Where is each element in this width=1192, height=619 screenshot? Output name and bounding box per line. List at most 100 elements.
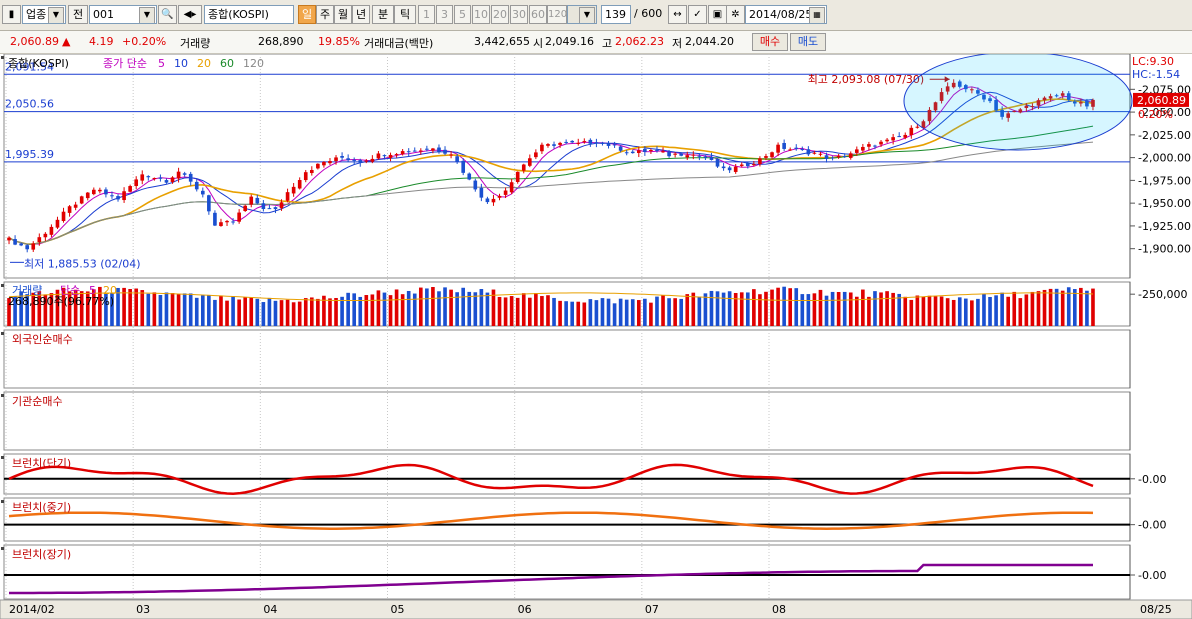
volume-bar xyxy=(800,294,805,326)
date-input[interactable]: 2014/08/25 ▦ xyxy=(745,5,827,24)
volume-bar xyxy=(794,288,799,326)
volume-bar xyxy=(406,290,411,326)
minute-30-button[interactable]: 30 xyxy=(510,5,528,24)
candle xyxy=(685,155,690,158)
candle xyxy=(776,144,780,153)
tab-period-month[interactable]: 월 xyxy=(334,5,352,24)
candle xyxy=(624,152,629,154)
minute-select[interactable]: ▼ xyxy=(567,5,597,24)
count-input[interactable]: 139 xyxy=(601,5,631,24)
code-input[interactable]: 001 ▼ xyxy=(89,5,157,24)
volume-bar xyxy=(667,298,671,326)
candle xyxy=(697,155,702,157)
volume-bar xyxy=(358,296,363,326)
candle xyxy=(897,136,902,138)
tab-period-year[interactable]: 년 xyxy=(352,5,370,24)
minute-60-button[interactable]: 60 xyxy=(529,5,547,24)
pane-handle xyxy=(1,284,4,287)
volume-bar xyxy=(649,302,653,326)
volume-bar xyxy=(709,290,714,326)
candle xyxy=(19,243,23,246)
tab-period-day[interactable]: 일 xyxy=(298,5,316,24)
x-tick-label: 05 xyxy=(391,603,405,616)
volume-bar xyxy=(994,295,998,326)
volume-bar xyxy=(237,299,241,326)
candle xyxy=(842,155,847,157)
pane-handle xyxy=(1,500,4,503)
candle xyxy=(443,149,447,154)
volume-bar xyxy=(770,289,774,326)
candle xyxy=(873,145,877,147)
market-select[interactable]: 업종 ▼ xyxy=(22,5,66,24)
speaker-icon[interactable]: ◀▸ xyxy=(178,5,202,24)
sell-button[interactable]: 매도 xyxy=(790,33,826,51)
calendar-icon[interactable]: ▦ xyxy=(809,7,825,23)
candle xyxy=(552,144,556,146)
save-icon[interactable]: ▣ xyxy=(708,5,727,24)
candle xyxy=(679,153,684,156)
candle xyxy=(73,204,78,208)
volume-bar xyxy=(243,297,248,326)
candle xyxy=(400,151,405,155)
volume-bar xyxy=(316,298,320,326)
search-icon[interactable]: 🔍 xyxy=(158,5,177,24)
candle xyxy=(243,205,248,211)
volume-bar xyxy=(1012,291,1017,326)
zoom-icon[interactable]: ↔ xyxy=(668,5,687,24)
y-tick-label: -1,975.00 xyxy=(1138,174,1191,187)
volume-bar xyxy=(176,294,181,326)
minute-10-button[interactable]: 10 xyxy=(472,5,490,24)
tab-period-tick[interactable]: 틱 xyxy=(394,5,416,24)
minute-20-button[interactable]: 20 xyxy=(491,5,509,24)
candle xyxy=(521,164,526,171)
candle xyxy=(200,190,205,195)
volume-bar xyxy=(909,299,914,326)
volume-bar xyxy=(582,302,587,326)
low-label: 저 xyxy=(672,37,683,50)
candle xyxy=(534,152,538,158)
minute-1-button[interactable]: 1 xyxy=(418,5,435,24)
volume-bar xyxy=(927,295,932,326)
indicator-icon[interactable]: ✓ xyxy=(688,5,707,24)
ma-legend-period: 60 xyxy=(220,57,234,70)
volume-bar xyxy=(225,300,229,326)
chart-area[interactable]: 2014/02 03 04 05 06 07 08 08/252,091.542,050.56… xyxy=(0,54,1192,619)
candle xyxy=(739,164,744,166)
candle xyxy=(279,202,284,209)
candle xyxy=(110,195,114,197)
volume-bar xyxy=(231,296,235,326)
volume-bar xyxy=(939,296,944,326)
volume-bar xyxy=(1060,290,1065,326)
tab-period-week[interactable]: 주 xyxy=(316,5,334,24)
volume-bar xyxy=(437,291,441,326)
volume-bar xyxy=(213,299,217,326)
volume-bar xyxy=(982,293,986,326)
volume-bar xyxy=(1048,288,1053,326)
volume-bar xyxy=(503,297,508,326)
chart-type-icon[interactable]: ▮ xyxy=(2,5,21,24)
candle xyxy=(915,126,920,128)
chevron-down-icon[interactable]: ▼ xyxy=(48,7,64,23)
prefix-button[interactable]: 전 xyxy=(68,5,88,24)
minute-120-button[interactable]: 120 xyxy=(547,5,567,24)
chevron-down-icon[interactable]: ▼ xyxy=(579,7,595,23)
candle xyxy=(358,160,363,163)
buy-button[interactable]: 매수 xyxy=(752,33,788,51)
candle xyxy=(636,150,641,153)
chevron-down-icon[interactable]: ▼ xyxy=(139,7,155,23)
minute-5-button[interactable]: 5 xyxy=(454,5,471,24)
candle xyxy=(267,208,272,210)
quote-change: 4.19 xyxy=(89,35,114,48)
candle xyxy=(758,158,762,165)
volume-bar xyxy=(1036,291,1041,326)
quote-bar: 2,060.89 ▲ 4.19 +0.20% 거래량 268,890 19.85… xyxy=(0,31,1192,54)
pane-handle xyxy=(1,456,4,459)
candle xyxy=(546,144,550,146)
volume-bar xyxy=(588,299,593,326)
tab-period-minute[interactable]: 분 xyxy=(372,5,394,24)
volume-bar xyxy=(164,292,169,326)
candle xyxy=(630,151,635,154)
minute-3-button[interactable]: 3 xyxy=(436,5,453,24)
candle xyxy=(806,149,811,155)
gear-icon[interactable]: ✲ xyxy=(726,5,745,24)
